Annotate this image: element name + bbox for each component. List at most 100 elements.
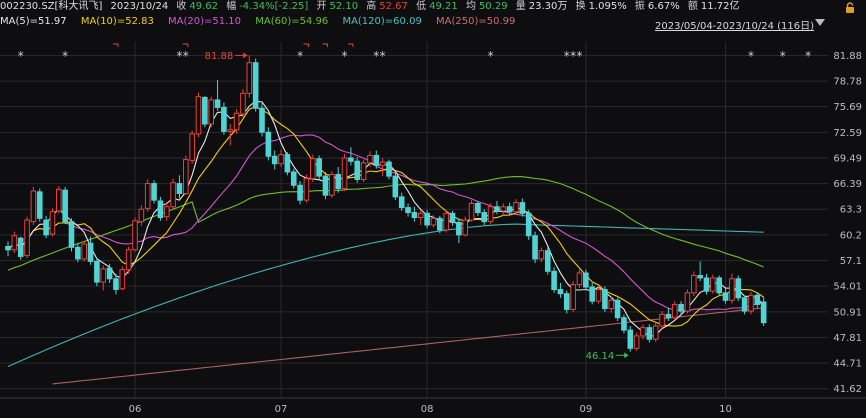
candle-body: [151, 183, 157, 201]
candle-body: [532, 235, 538, 260]
candle-body: [449, 212, 456, 223]
y-tick-label: 44.71: [833, 359, 862, 370]
candle-body: [602, 289, 608, 310]
candle-body: [87, 242, 94, 262]
ma5-line: [7, 100, 765, 337]
event-flag-icon: [182, 43, 189, 47]
candle-body: [671, 303, 678, 319]
x-tick-label: 06: [129, 404, 142, 415]
candle-body: [144, 183, 151, 209]
event-marker: *: [564, 49, 570, 63]
y-tick-label: 75.69: [833, 102, 862, 113]
candle-body: [544, 250, 551, 272]
candle-body: [633, 335, 640, 349]
candle-body: [100, 268, 107, 283]
candle-body: [113, 278, 119, 291]
candle-body: [233, 112, 240, 131]
candle-body: [576, 272, 583, 286]
candle-body: [398, 196, 405, 209]
ma60-line: [7, 176, 764, 271]
candle-body: [386, 161, 392, 177]
candle-body: [329, 173, 335, 196]
candle-body: [214, 99, 221, 108]
y-tick-label: 69.49: [833, 153, 862, 164]
candle-body: [348, 157, 354, 162]
candle-body: [360, 162, 367, 180]
candle-body: [322, 175, 329, 196]
event-marker: *: [183, 49, 189, 63]
x-tick-label: 07: [275, 404, 288, 415]
candle-body: [170, 182, 176, 208]
candle-body: [424, 212, 430, 226]
candle-body: [341, 157, 348, 190]
candle-body: [500, 206, 507, 212]
candle-body: [75, 246, 81, 260]
candle-body: [614, 299, 621, 319]
candle-body: [125, 249, 132, 271]
event-marker: *: [488, 49, 494, 63]
y-tick-label: 63.3: [840, 205, 862, 216]
candle-body: [456, 221, 462, 236]
candle-body: [392, 175, 399, 198]
event-marker: *: [570, 49, 576, 63]
candle-body: [754, 294, 761, 305]
candle-body: [189, 133, 195, 161]
candle-body: [621, 317, 627, 331]
candlestick-chart[interactable]: 81.88 78.78 75.69 72.59 69.49 66.39 63.3 60.2 57…: [0, 0, 866, 418]
candle-body: [297, 184, 303, 201]
y-tick-label: 78.78: [833, 77, 862, 88]
candle-body: [748, 294, 754, 312]
candle-body: [284, 154, 291, 173]
candle-body: [494, 206, 500, 212]
candle-body: [678, 303, 684, 312]
event-marker: *: [176, 49, 182, 63]
event-marker: *: [380, 49, 386, 63]
candle-body: [259, 107, 265, 133]
candle-body: [354, 160, 361, 180]
candle-body: [716, 277, 723, 294]
candle-body: [367, 154, 373, 164]
y-tick-label: 50.91: [833, 307, 862, 318]
candle-body: [290, 171, 297, 186]
y-tick-label: 81.88: [833, 51, 862, 62]
ma10-line: [7, 106, 764, 327]
high-label: 81.88: [205, 51, 234, 62]
candle-body: [519, 202, 526, 214]
candle-body: [722, 292, 729, 301]
candle-body: [437, 217, 443, 231]
candle-body: [564, 293, 570, 310]
candle-body: [81, 243, 88, 260]
candle-body: [17, 237, 24, 257]
candle-body: [608, 299, 615, 310]
x-tick-label: 10: [719, 404, 732, 415]
candle-body: [373, 154, 380, 166]
y-tick-label: 66.39: [833, 179, 862, 190]
candle-body: [221, 106, 227, 132]
candle-body: [595, 289, 602, 302]
candle-body: [163, 206, 170, 218]
candle-body: [265, 131, 272, 157]
x-tick-label: 08: [421, 404, 434, 415]
event-marker: *: [373, 49, 379, 63]
candle-body: [405, 207, 411, 214]
candle-body: [157, 200, 164, 219]
candle-body: [697, 274, 703, 279]
y-tick-label: 72.59: [833, 128, 862, 139]
event-marker: *: [18, 49, 24, 63]
candle-body: [379, 161, 386, 166]
candle-body: [271, 155, 278, 165]
candle-body: [246, 62, 253, 94]
candle-body: [94, 260, 100, 283]
ma250-line: [52, 307, 764, 385]
candle-body: [278, 154, 284, 165]
candle-body: [487, 206, 494, 223]
candle-body: [11, 235, 18, 251]
y-tick-label: 47.81: [833, 333, 862, 344]
event-flag-icon: [322, 43, 328, 47]
event-marker: *: [805, 49, 811, 63]
event-marker: *: [577, 49, 583, 63]
candle-body: [735, 278, 742, 299]
candle-body: [462, 219, 468, 236]
candle-body: [627, 329, 634, 349]
candle-body: [538, 250, 545, 260]
